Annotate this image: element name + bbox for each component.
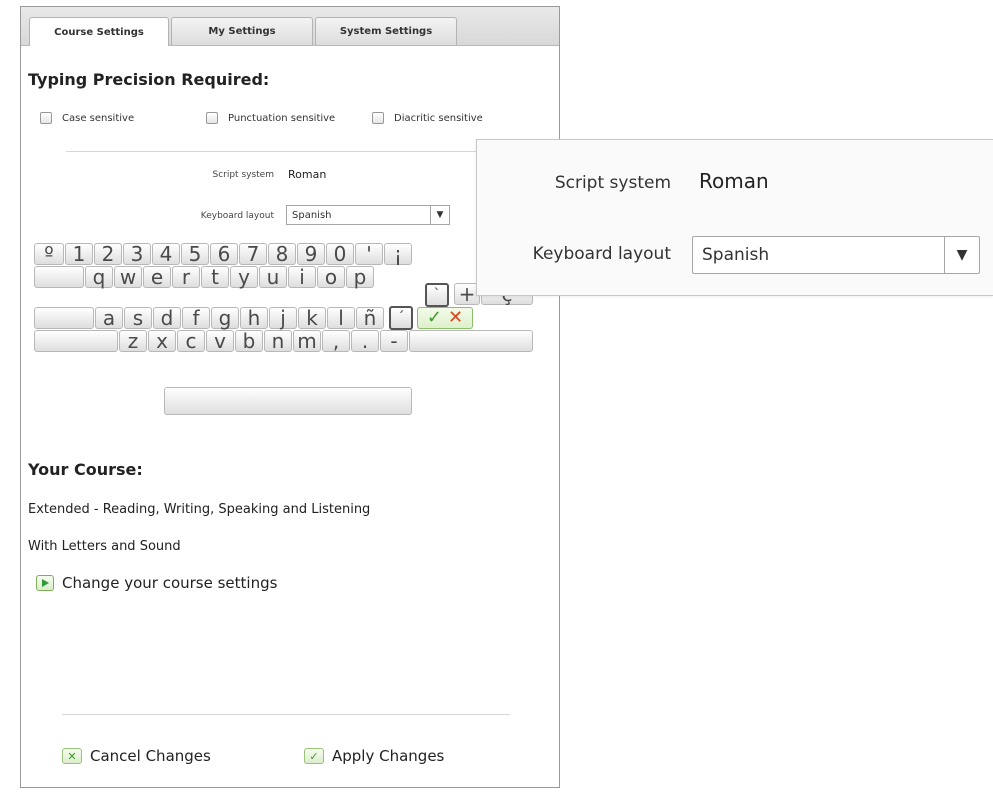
key[interactable]: ñ (356, 307, 384, 329)
punctuation-sensitive-checkbox[interactable] (206, 112, 218, 124)
course-description: Extended - Reading, Writing, Speaking an… (28, 502, 371, 517)
key[interactable]: p (346, 266, 374, 288)
key[interactable]: 1 (65, 243, 93, 265)
key[interactable]: 5 (181, 243, 209, 265)
key[interactable]: 4 (152, 243, 180, 265)
shift-key-right[interactable] (409, 330, 533, 352)
zoom-script-system-value: Roman (699, 169, 769, 193)
tab-system-settings[interactable]: System Settings (315, 17, 457, 45)
key[interactable]: 7 (239, 243, 267, 265)
key[interactable]: m (293, 330, 321, 352)
caps-key[interactable] (34, 307, 94, 329)
key[interactable]: a (95, 307, 123, 329)
punctuation-sensitive-option[interactable]: Punctuation sensitive (206, 112, 364, 124)
script-system-label: Script system (212, 170, 274, 180)
key[interactable]: 2 (94, 243, 122, 265)
diacritic-sensitive-checkbox[interactable] (372, 112, 384, 124)
key[interactable]: b (235, 330, 263, 352)
key[interactable]: w (114, 266, 142, 288)
key[interactable]: c (177, 330, 205, 352)
tab-key[interactable] (34, 266, 84, 288)
case-sensitive-checkbox[interactable] (40, 112, 52, 124)
key[interactable]: h (240, 307, 268, 329)
cancel-changes-label: Cancel Changes (90, 747, 211, 765)
shift-key[interactable] (34, 330, 118, 352)
checkmark-icon: ✓ (304, 748, 324, 764)
key[interactable]: x (148, 330, 176, 352)
key[interactable]: , (322, 330, 350, 352)
divider-top (66, 151, 510, 152)
key[interactable]: v (206, 330, 234, 352)
change-course-settings-link[interactable]: Change your course settings (36, 574, 277, 592)
key[interactable]: 8 (268, 243, 296, 265)
keyboard-layout-label: Keyboard layout (200, 211, 274, 221)
checkmark-icon: ✓ (426, 307, 442, 328)
key[interactable]: u (259, 266, 287, 288)
divider-bottom (62, 714, 510, 715)
key[interactable]: 0 (326, 243, 354, 265)
key[interactable]: s (124, 307, 152, 329)
tab-course-settings[interactable]: Course Settings (29, 17, 169, 46)
zoom-callout: Script system Roman Keyboard layout Span… (476, 139, 993, 296)
key[interactable]: t (201, 266, 229, 288)
key[interactable]: n (264, 330, 292, 352)
key[interactable]: 3 (123, 243, 151, 265)
apply-changes-button[interactable]: ✓ Apply Changes (304, 747, 444, 765)
play-icon (36, 575, 54, 591)
cross-icon: ✕ (448, 307, 464, 328)
key[interactable]: q (85, 266, 113, 288)
key[interactable]: o (317, 266, 345, 288)
key[interactable]: . (351, 330, 379, 352)
key[interactable]: e (143, 266, 171, 288)
tab-bar: Course Settings My Settings System Setti… (21, 7, 559, 46)
zoom-script-system-label: Script system (554, 173, 671, 193)
your-course-heading: Your Course: (28, 460, 143, 479)
keyboard-layout-value: Spanish (292, 209, 332, 221)
tab-my-settings[interactable]: My Settings (171, 17, 313, 45)
space-key[interactable] (164, 387, 412, 415)
key[interactable]: º (34, 243, 64, 265)
dead-key-acute[interactable]: ´ (389, 306, 413, 330)
key[interactable]: - (380, 330, 408, 352)
key[interactable]: k (298, 307, 326, 329)
check-answer-key[interactable]: ✓ ✕ (417, 307, 473, 329)
key[interactable]: l (327, 307, 355, 329)
key[interactable]: ' (355, 243, 383, 265)
typing-options-row: Case sensitive Punctuation sensitive Dia… (0, 112, 993, 130)
key[interactable]: d (153, 307, 181, 329)
apply-changes-label: Apply Changes (332, 747, 445, 765)
key[interactable]: 6 (210, 243, 238, 265)
case-sensitive-option[interactable]: Case sensitive (40, 112, 134, 124)
diacritic-sensitive-label: Diacritic sensitive (394, 112, 483, 124)
key[interactable]: f (182, 307, 210, 329)
key[interactable]: g (211, 307, 239, 329)
case-sensitive-label: Case sensitive (62, 112, 135, 124)
key[interactable]: y (230, 266, 258, 288)
key[interactable]: r (172, 266, 200, 288)
cancel-changes-button[interactable]: ✕ Cancel Changes (62, 747, 211, 765)
key[interactable]: z (119, 330, 147, 352)
zoom-keyboard-layout-value: Spanish (702, 245, 770, 265)
zoom-keyboard-layout-select[interactable]: Spanish ▼ (692, 236, 980, 274)
chevron-down-icon[interactable]: ▼ (944, 237, 979, 273)
chevron-down-icon[interactable]: ▼ (430, 206, 449, 224)
zoom-keyboard-layout-label: Keyboard layout (532, 244, 671, 264)
key[interactable]: i (288, 266, 316, 288)
course-detail: With Letters and Sound (28, 539, 181, 554)
script-system-value: Roman (288, 168, 327, 181)
key[interactable]: j (269, 307, 297, 329)
typing-precision-heading: Typing Precision Required: (28, 70, 270, 89)
keyboard-layout-select[interactable]: Spanish ▼ (286, 205, 450, 225)
key[interactable]: 9 (297, 243, 325, 265)
change-course-settings-label: Change your course settings (62, 574, 278, 592)
cancel-icon: ✕ (62, 748, 82, 764)
key[interactable]: ¡ (384, 243, 412, 265)
dead-key-grave[interactable]: ` (425, 283, 449, 307)
diacritic-sensitive-option[interactable]: Diacritic sensitive (372, 112, 483, 124)
punctuation-sensitive-label: Punctuation sensitive (228, 112, 336, 124)
